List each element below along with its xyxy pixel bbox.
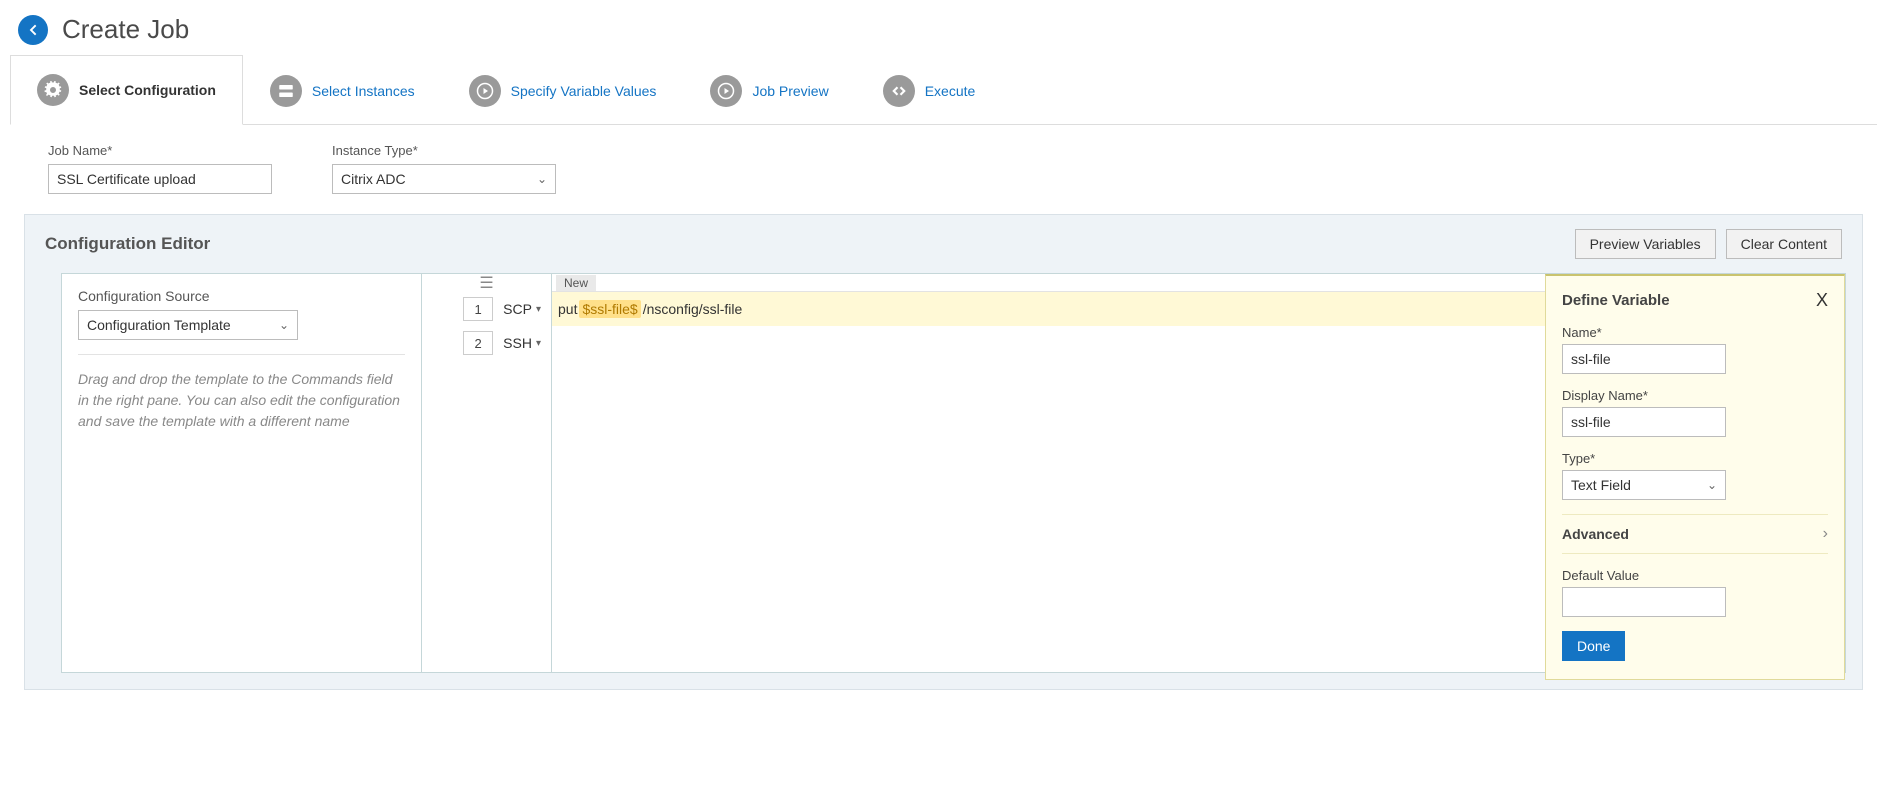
page-title: Create Job	[62, 14, 189, 45]
editor-tab-new[interactable]: New	[556, 275, 596, 291]
step-label: Job Preview	[752, 83, 828, 99]
preview-variables-button[interactable]: Preview Variables	[1575, 229, 1716, 259]
editor-line-header: 1 SCP ▾	[422, 292, 551, 326]
step-label: Select Instances	[312, 83, 415, 99]
hamburger-icon[interactable]: ☰	[422, 274, 551, 292]
instances-icon	[270, 75, 302, 107]
var-default-label: Default Value	[1562, 568, 1828, 583]
config-source-select[interactable]: Configuration Template ⌄	[78, 310, 298, 340]
step-label: Select Configuration	[79, 82, 216, 98]
protocol-select[interactable]: SCP ▾	[503, 301, 541, 317]
step-label: Specify Variable Values	[511, 83, 657, 99]
editor-line-header: 2 SSH ▾	[422, 326, 551, 360]
instance-type-select[interactable]: Citrix ADC ⌄	[332, 164, 556, 194]
done-button[interactable]: Done	[1562, 631, 1625, 661]
chevron-down-icon: ⌄	[1707, 478, 1717, 492]
chevron-down-icon: ⌄	[279, 318, 289, 332]
chevron-right-icon: ›	[1823, 525, 1828, 543]
var-default-input[interactable]	[1562, 587, 1726, 617]
step-label: Execute	[925, 83, 976, 99]
play-circle-icon	[710, 75, 742, 107]
var-type-label: Type*	[1562, 451, 1828, 466]
advanced-toggle[interactable]: Advanced ›	[1562, 514, 1828, 554]
step-execute[interactable]: Execute	[856, 55, 1003, 125]
chevron-down-icon: ⌄	[537, 172, 547, 186]
chevron-down-icon: ▾	[536, 304, 541, 315]
variable-token[interactable]: $ssl-file$	[579, 300, 640, 318]
line-number: 1	[463, 297, 493, 321]
configuration-editor: Configuration Editor Preview Variables C…	[24, 214, 1863, 690]
code-icon	[883, 75, 915, 107]
step-job-preview[interactable]: Job Preview	[683, 55, 855, 125]
protocol-select[interactable]: SSH ▾	[503, 335, 541, 351]
var-display-label: Display Name*	[1562, 388, 1828, 403]
config-source-label: Configuration Source	[78, 288, 405, 304]
line-number: 2	[463, 331, 493, 355]
job-name-label: Job Name*	[48, 143, 272, 158]
back-button[interactable]	[18, 15, 48, 45]
step-select-instances[interactable]: Select Instances	[243, 55, 442, 125]
popover-title: Define Variable	[1562, 292, 1670, 309]
var-display-input[interactable]	[1562, 407, 1726, 437]
instance-type-label: Instance Type*	[332, 143, 556, 158]
step-specify-variables[interactable]: Specify Variable Values	[442, 55, 684, 125]
editor-title: Configuration Editor	[45, 234, 210, 254]
gear-icon	[37, 74, 69, 106]
wizard-steps: Select Configuration Select Instances Sp…	[0, 55, 1887, 125]
config-source-help: Drag and drop the template to the Comman…	[78, 369, 405, 432]
var-type-select[interactable]: Text Field ⌄	[1562, 470, 1726, 500]
chevron-down-icon: ▾	[536, 338, 541, 349]
step-select-configuration[interactable]: Select Configuration	[10, 55, 243, 125]
play-circle-icon	[469, 75, 501, 107]
job-name-input[interactable]	[48, 164, 272, 194]
var-name-label: Name*	[1562, 325, 1828, 340]
arrow-left-icon	[25, 22, 41, 38]
close-icon[interactable]: X	[1816, 290, 1828, 311]
config-source-value: Configuration Template	[87, 317, 231, 333]
var-name-input[interactable]	[1562, 344, 1726, 374]
instance-type-value: Citrix ADC	[341, 171, 406, 187]
clear-content-button[interactable]: Clear Content	[1726, 229, 1842, 259]
define-variable-panel: Define Variable X Name* Display Name* Ty…	[1545, 274, 1845, 680]
